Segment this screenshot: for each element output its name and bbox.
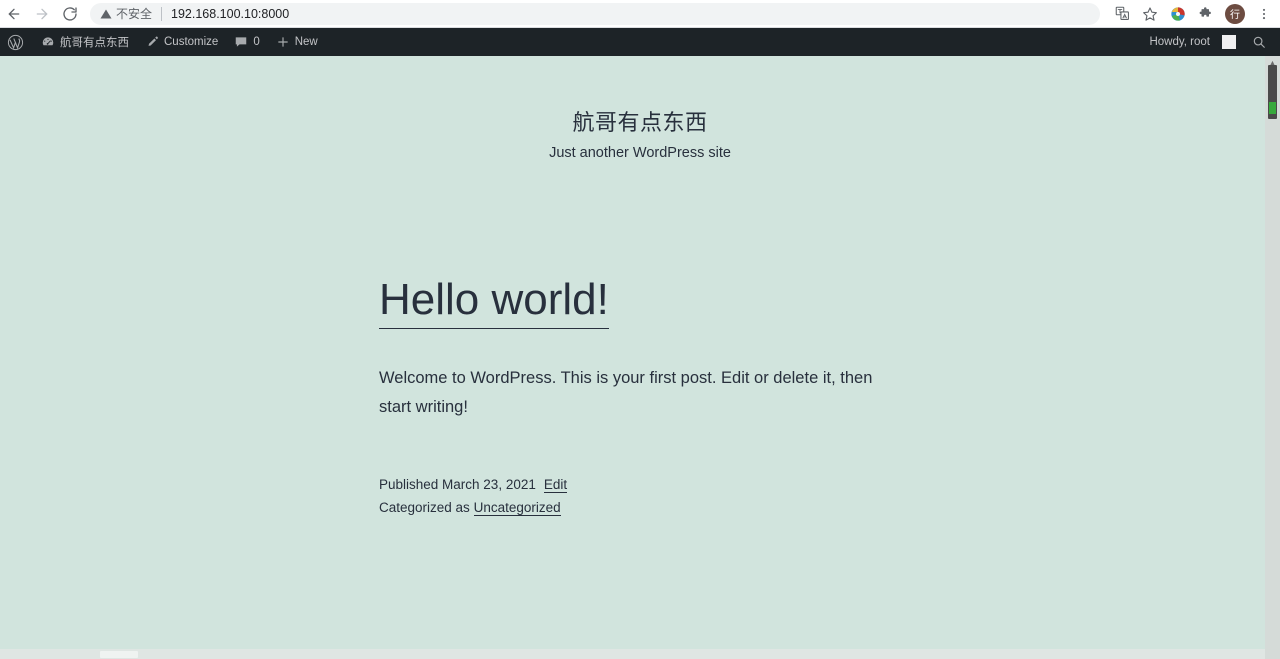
bookmark-star-icon[interactable] (1136, 1, 1164, 27)
edit-post-link[interactable]: Edit (544, 477, 567, 493)
address-bar[interactable]: 不安全 192.168.100.10:8000 (90, 3, 1100, 25)
site-name-label: 航哥有点东西 (60, 34, 129, 50)
extensions-puzzle-icon[interactable] (1192, 1, 1220, 27)
scrollbar-corner (1265, 649, 1280, 659)
howdy-label: Howdy, root (1149, 36, 1210, 48)
translate-icon[interactable] (1108, 1, 1136, 27)
comment-bubble-icon (234, 35, 248, 49)
horizontal-scrollbar-thumb[interactable] (100, 651, 138, 658)
wordpress-admin-bar: 航哥有点东西 Customize 0 New Howdy, root (0, 28, 1280, 56)
site-tagline: Just another WordPress site (0, 145, 1280, 161)
admin-bar-search[interactable] (1244, 28, 1274, 56)
url-text: 192.168.100.10:8000 (171, 7, 289, 21)
post-meta: Published March 23, 2021 Edit Categorized… (379, 474, 899, 520)
vertical-scrollbar[interactable]: ▲ ▼ (1265, 56, 1280, 659)
security-label: 不安全 (116, 5, 152, 22)
three-dot-menu-icon[interactable] (1250, 1, 1278, 27)
pencil-icon (145, 35, 159, 49)
wordpress-logo-icon (7, 34, 24, 51)
post-body-text: Welcome to WordPress. This is your first… (379, 364, 879, 422)
customize-label: Customize (164, 36, 218, 48)
horizontal-scrollbar[interactable] (0, 649, 1265, 659)
omnibox-divider (161, 7, 162, 21)
user-avatar (1222, 35, 1236, 49)
post-title: Hello world! (379, 276, 899, 324)
download-manager-extension-icon[interactable] (1164, 1, 1192, 27)
admin-bar-new[interactable]: New (268, 28, 326, 56)
site-header: 航哥有点东西 Just another WordPress site (0, 56, 1280, 161)
warning-triangle-icon (100, 8, 112, 20)
new-label: New (295, 36, 318, 48)
page-content: 航哥有点东西 Just another WordPress site Hello… (0, 56, 1280, 659)
search-icon (1252, 35, 1266, 49)
admin-bar-site-name[interactable]: 航哥有点东西 (33, 28, 137, 56)
browser-action-icons: 行 (1108, 1, 1280, 27)
forward-arrow-icon[interactable] (28, 0, 56, 28)
dashboard-icon (41, 35, 55, 49)
comment-count: 0 (253, 36, 259, 48)
post-published-row: Published March 23, 2021 Edit (379, 474, 899, 497)
categorized-prefix-label: Categorized as (379, 500, 470, 515)
post-article: Hello world! Welcome to WordPress. This … (379, 276, 899, 520)
admin-bar-customize[interactable]: Customize (137, 28, 226, 56)
plus-icon (276, 35, 290, 49)
browser-toolbar: 不安全 192.168.100.10:8000 (0, 0, 1280, 28)
site-title[interactable]: 航哥有点东西 (0, 105, 1280, 137)
vertical-scrollbar-thumb[interactable] (1268, 65, 1277, 119)
profile-avatar[interactable]: 行 (1225, 4, 1245, 24)
admin-bar-right-group: Howdy, root (1141, 28, 1280, 56)
security-status[interactable]: 不安全 (100, 5, 152, 22)
back-arrow-icon[interactable] (0, 0, 28, 28)
post-title-link[interactable]: Hello world! (379, 275, 609, 329)
globe-icon (1170, 6, 1186, 22)
admin-bar-comments[interactable]: 0 (226, 28, 267, 56)
admin-bar-my-account[interactable]: Howdy, root (1141, 28, 1244, 56)
scrollbar-find-marker (1269, 102, 1276, 114)
post-category-row: Categorized as Uncategorized (379, 497, 899, 520)
reload-icon[interactable] (56, 0, 84, 28)
published-date-label: Published March 23, 2021 (379, 477, 536, 492)
wordpress-logo-menu[interactable] (0, 28, 33, 56)
category-link[interactable]: Uncategorized (474, 500, 561, 516)
